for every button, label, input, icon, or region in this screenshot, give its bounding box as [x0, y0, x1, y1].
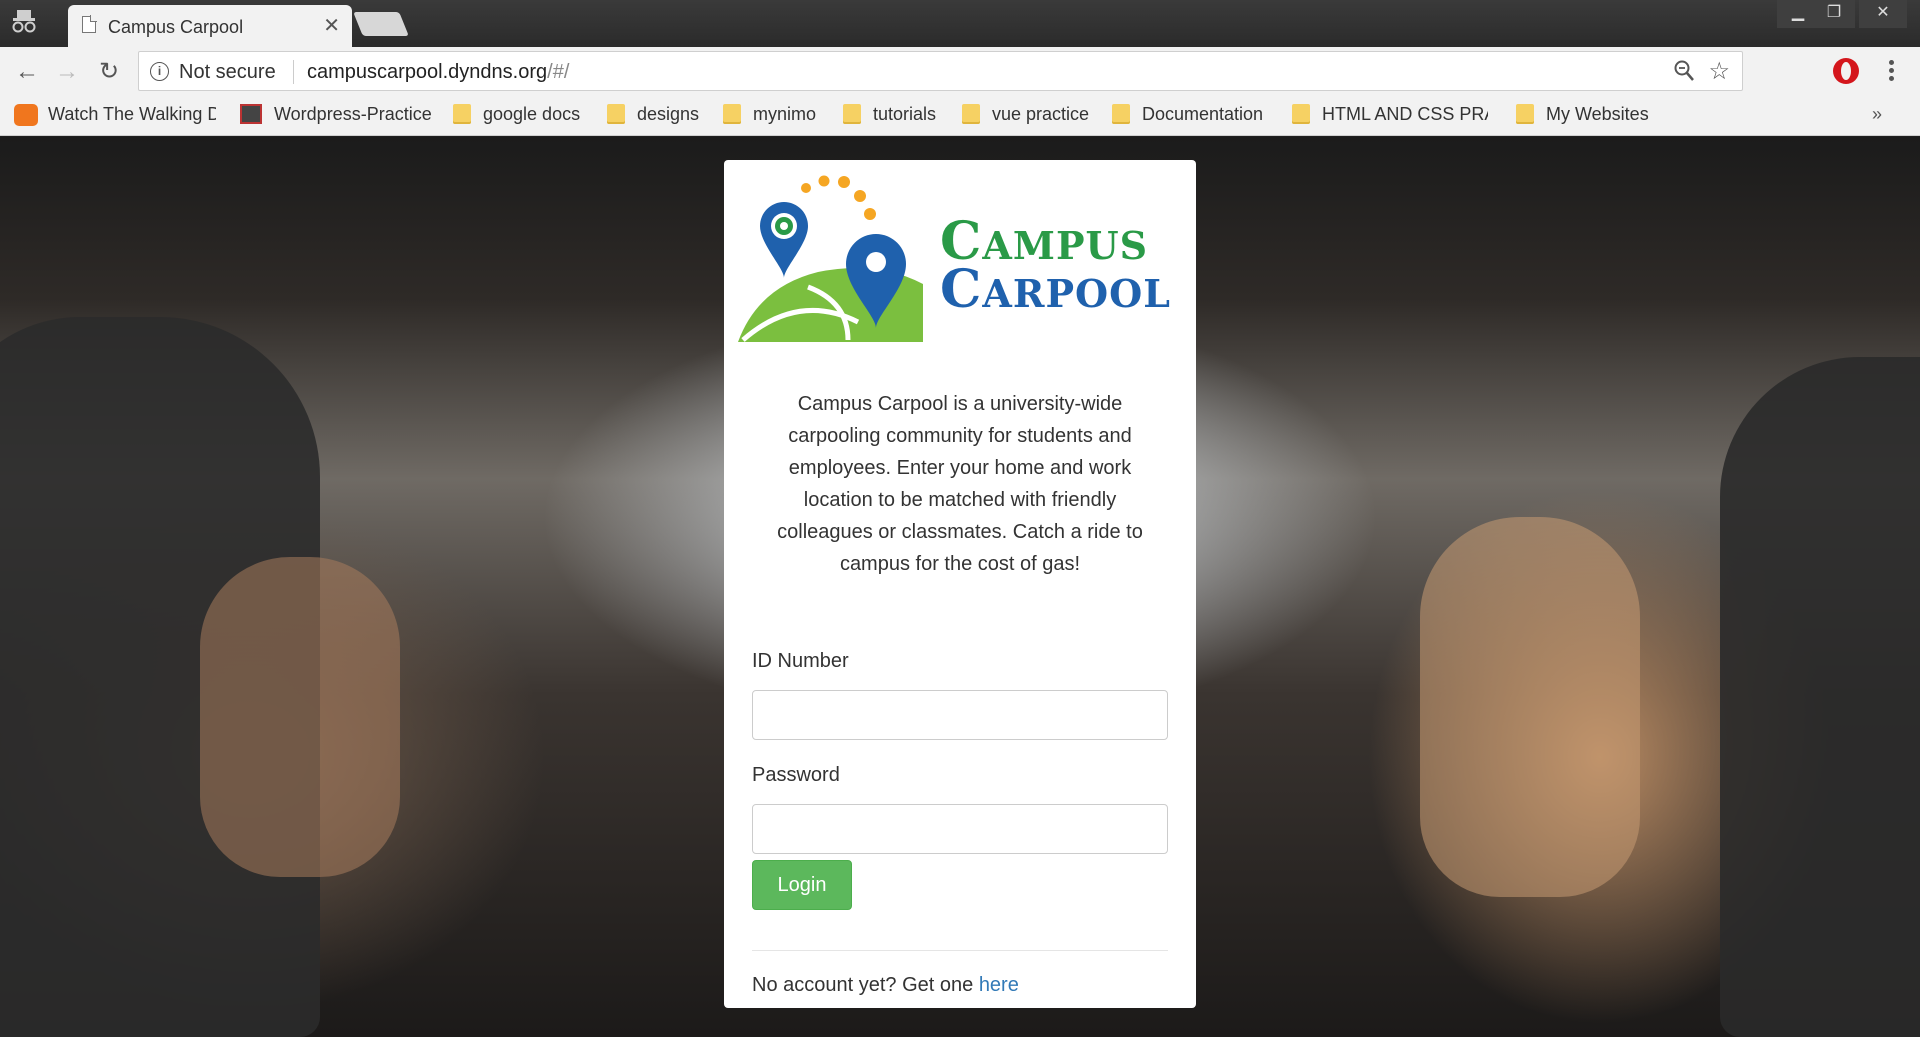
document-icon — [82, 15, 97, 33]
address-bar[interactable]: i Not secure campuscarpool.dyndns.org/#/… — [138, 51, 1743, 91]
page-background: CAMPUS CARPOOL Campus Carpool is a unive… — [0, 137, 1920, 1037]
bookmark-label: My Websites — [1546, 104, 1649, 124]
url-path: /#/ — [547, 61, 570, 83]
tab-close-icon[interactable]: ✕ — [323, 13, 340, 38]
id-number-input[interactable] — [752, 690, 1168, 740]
form-divider — [752, 950, 1168, 951]
bookmarks-bar: Watch The Walking D Wordpress-Practice g… — [0, 96, 1920, 136]
folder-icon — [453, 104, 471, 124]
bookmark-item[interactable]: Wordpress-Practice — [240, 104, 432, 128]
tab-campus-carpool[interactable]: Campus Carpool ✕ — [68, 5, 352, 47]
bookmark-label: google docs — [483, 104, 581, 124]
bookmark-label: HTML AND CSS PRAC — [1322, 104, 1488, 124]
security-label[interactable]: Not secure — [179, 61, 276, 84]
signup-prompt: No account yet? Get one here — [752, 974, 1019, 997]
incognito-icon — [12, 10, 36, 33]
bookmark-star-icon[interactable]: ☆ — [1708, 57, 1730, 86]
background-person-right — [1420, 517, 1640, 897]
folder-icon — [1292, 104, 1310, 124]
bookmark-label: Wordpress-Practice — [274, 104, 432, 124]
logo-line1-rest: AMPUS — [982, 223, 1149, 268]
back-button[interactable]: ← — [12, 57, 42, 87]
signup-text: No account yet? Get one — [752, 974, 979, 996]
info-icon[interactable]: i — [150, 62, 169, 81]
new-tab-button[interactable] — [353, 12, 409, 36]
tab-title: Campus Carpool — [108, 17, 244, 37]
folder-icon — [843, 104, 861, 124]
bookmark-label: vue practice — [992, 104, 1090, 124]
folder-icon — [607, 104, 625, 124]
logo-wordmark: CAMPUS CARPOOL — [940, 216, 1171, 316]
bookmark-folder[interactable]: My Websites — [1516, 104, 1649, 128]
id-number-label: ID Number — [752, 650, 849, 672]
zoom-icon[interactable] — [1674, 60, 1694, 82]
login-card: CAMPUS CARPOOL Campus Carpool is a unive… — [724, 160, 1196, 1008]
bookmark-label: Documentation — [1142, 104, 1264, 124]
password-input[interactable] — [752, 804, 1168, 854]
bookmark-folder[interactable]: vue practice — [962, 104, 1089, 128]
omnibox-divider — [293, 60, 294, 84]
campus-carpool-logo: CAMPUS CARPOOL — [738, 172, 1178, 342]
bookmarks-overflow-button[interactable]: » — [1872, 104, 1882, 125]
folder-icon — [723, 104, 741, 124]
folder-icon — [1516, 104, 1534, 124]
bookmark-label: tutorials — [873, 104, 937, 124]
bookmark-label: Watch The Walking D — [48, 104, 216, 124]
bookmark-folder[interactable]: tutorials — [843, 104, 936, 128]
menu-icon[interactable] — [1886, 57, 1896, 85]
background-person-left — [200, 557, 400, 877]
app-description: Campus Carpool is a university-wide carp… — [777, 393, 1143, 575]
restore-button[interactable]: ❐ — [1813, 0, 1855, 28]
orange-favicon-icon — [14, 104, 38, 126]
folder-icon — [1112, 104, 1130, 124]
logo-map-pins-icon — [738, 175, 923, 342]
signup-link[interactable]: here — [979, 974, 1019, 996]
login-button[interactable]: Login — [752, 860, 852, 910]
browser-title-bar: Campus Carpool ✕ ▁ ❐ ✕ — [0, 0, 1920, 47]
url-host: campuscarpool.dyndns.org — [307, 61, 548, 83]
opera-extension-icon[interactable] — [1833, 58, 1859, 84]
background-seat-right — [1720, 357, 1920, 1037]
close-window-button[interactable]: ✕ — [1859, 0, 1907, 28]
bookmark-label: mynimo — [753, 104, 817, 124]
bookmark-folder[interactable]: google docs — [453, 104, 580, 128]
bookmark-label: designs — [637, 104, 700, 124]
reload-button[interactable]: ↻ — [94, 57, 124, 87]
bookmark-item[interactable]: Watch The Walking D — [14, 104, 216, 128]
password-label: Password — [752, 764, 840, 786]
forward-button[interactable]: → — [52, 57, 82, 87]
bookmark-folder[interactable]: Documentation — [1112, 104, 1263, 128]
browser-toolbar: ← → ↻ i Not secure campuscarpool.dyndns.… — [0, 47, 1920, 96]
bookmark-folder[interactable]: mynimo — [723, 104, 816, 128]
wordpress-favicon-icon — [240, 104, 262, 124]
bookmark-folder[interactable]: HTML AND CSS PRAC — [1292, 104, 1488, 128]
bookmark-folder[interactable]: designs — [607, 104, 699, 128]
folder-icon — [962, 104, 980, 124]
url-text[interactable]: campuscarpool.dyndns.org/#/ — [307, 61, 569, 84]
logo-line2-initial: C — [940, 259, 983, 320]
logo-line2-rest: ARPOOL — [982, 271, 1171, 316]
